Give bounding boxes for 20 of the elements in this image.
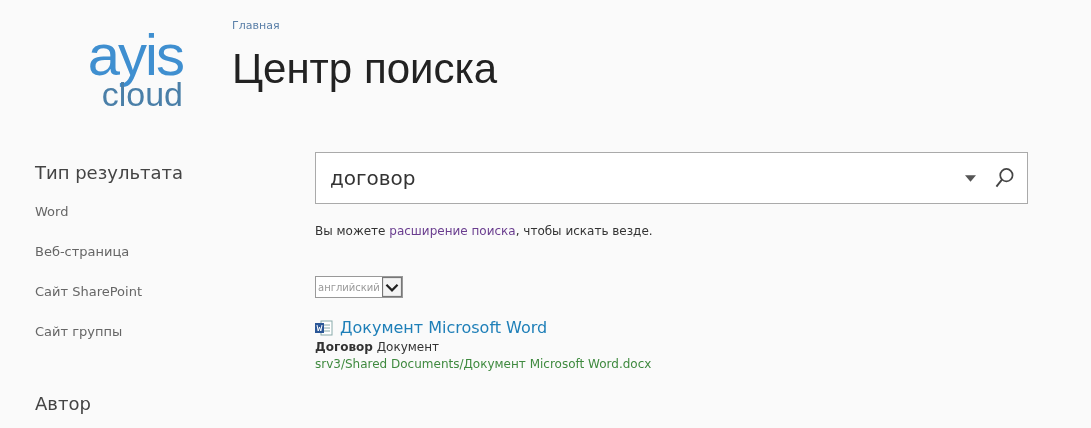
result-title-link[interactable]: Документ Microsoft Word [340,318,548,337]
refiner-heading: Тип результата [35,162,184,183]
refiner-item[interactable]: Сайт SharePoint [35,281,142,303]
page-title: Центр поиска [232,44,498,94]
result-url: srv3/Shared Documents/Документ Microsoft Word.docx [315,357,652,371]
search-field[interactable]: договор [315,152,1028,204]
logo: ayis cloud [86,32,184,115]
chevron-icon[interactable] [381,277,402,297]
expand-search-link[interactable]: расширение поиска [389,224,516,238]
refiner-heading: Автор [35,393,91,414]
caret-icon[interactable] [965,175,976,182]
document-icon [315,319,333,336]
search-icon[interactable] [995,167,1014,189]
refiner-item[interactable]: Сайт группы [35,321,123,343]
language-dropdown[interactable]: английский [315,276,403,298]
breadcrumb-link[interactable]: Главная [232,19,498,32]
refiner-item[interactable]: Веб-страница [35,241,130,263]
refiner-item[interactable]: Word [35,201,69,223]
result-snippet: Договор Документ [315,340,441,354]
hint-text: Вы можете расширение поиска, чтобы искать везде. [315,224,653,238]
